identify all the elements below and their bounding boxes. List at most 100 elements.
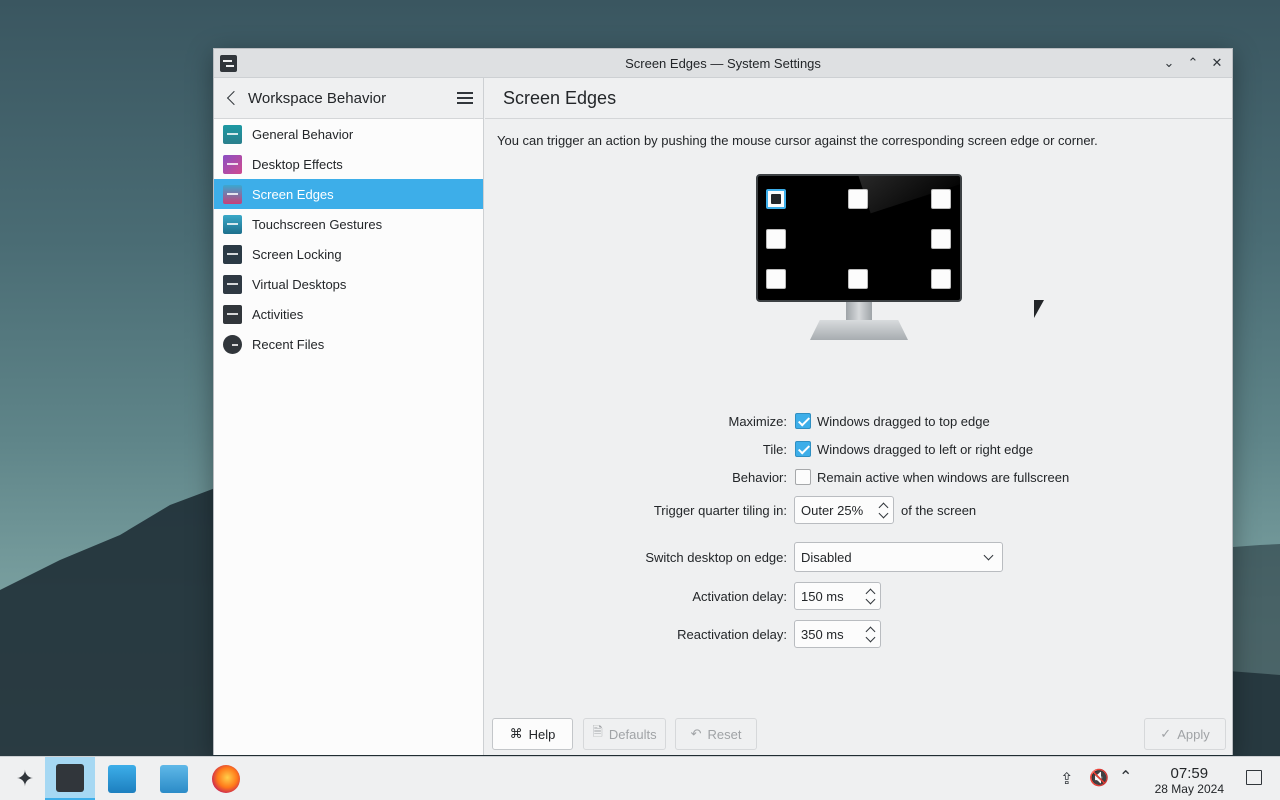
activation-delay-row: Activation delay: 150 ms bbox=[485, 581, 1225, 611]
sidebar-item-touchscreen-gestures[interactable]: Touchscreen Gestures bbox=[214, 209, 483, 239]
digital-clock[interactable]: 07:59 28 May 2024 bbox=[1155, 765, 1224, 796]
folder-icon bbox=[160, 765, 188, 793]
system-settings-window: Screen Edges — System Settings ⌄ ⌃ ✕ Wor… bbox=[213, 48, 1233, 755]
maximize-label: Maximize: bbox=[728, 413, 787, 429]
sidebar-item-screen-edges[interactable]: Screen Edges bbox=[214, 179, 483, 209]
edge-top-left-button[interactable] bbox=[766, 189, 786, 209]
sidebar-item-label: Screen Locking bbox=[252, 246, 342, 262]
sidebar-item-label: Desktop Effects bbox=[252, 156, 343, 172]
edge-bottom-button[interactable] bbox=[848, 269, 868, 289]
clock-time: 07:59 bbox=[1170, 765, 1209, 782]
chevron-down-icon bbox=[983, 550, 994, 561]
behavior-text: Remain active when windows are fullscree… bbox=[817, 469, 1070, 485]
spin-arrows-icon[interactable] bbox=[866, 587, 876, 607]
switch-desktop-label: Switch desktop on edge: bbox=[645, 549, 787, 565]
activation-delay-label: Activation delay: bbox=[692, 588, 787, 604]
maximize-icon[interactable]: ⌃ bbox=[1184, 54, 1202, 72]
desktop-effects-icon bbox=[223, 154, 242, 174]
sidebar-item-label: Screen Edges bbox=[252, 186, 334, 202]
maximize-checkbox[interactable] bbox=[795, 413, 811, 429]
updates-icon[interactable]: ⇪ bbox=[1060, 769, 1073, 789]
activation-delay-value: 150 ms bbox=[801, 588, 844, 604]
reactivation-delay-label: Reactivation delay: bbox=[677, 626, 787, 642]
edge-top-button[interactable] bbox=[848, 189, 868, 209]
reset-button[interactable]: ↶ Reset bbox=[675, 718, 757, 750]
edge-top-right-button[interactable] bbox=[931, 189, 951, 209]
recent-files-icon bbox=[223, 334, 242, 354]
discover-store-icon bbox=[108, 765, 136, 793]
edge-left-button[interactable] bbox=[766, 229, 786, 249]
sidebar-item-label: Recent Files bbox=[252, 336, 325, 352]
screen-edges-icon bbox=[223, 184, 242, 204]
activation-delay-spinbox[interactable]: 150 ms bbox=[794, 582, 881, 610]
taskbar-firefox[interactable] bbox=[201, 757, 251, 800]
sidebar-item-label: Touchscreen Gestures bbox=[252, 216, 383, 232]
tile-label: Tile: bbox=[762, 441, 787, 457]
tile-checkbox[interactable] bbox=[795, 441, 811, 457]
sidebar-item-screen-locking[interactable]: Screen Locking bbox=[214, 239, 483, 269]
taskbar-dolphin[interactable] bbox=[149, 757, 199, 800]
page-title: Screen Edges bbox=[485, 78, 1232, 119]
taskbar-discover[interactable] bbox=[97, 757, 147, 800]
tile-text: Windows dragged to left or right edge bbox=[817, 441, 1034, 457]
quarter-tiling-spinbox[interactable]: Outer 25% bbox=[794, 496, 894, 524]
edge-right-button[interactable] bbox=[931, 229, 951, 249]
back-arrow-icon[interactable] bbox=[224, 90, 240, 106]
screen-edges-monitor-preview bbox=[756, 174, 964, 344]
sidebar-item-activities[interactable]: Activities bbox=[214, 299, 483, 329]
spin-arrows-icon[interactable] bbox=[879, 501, 889, 521]
sidebar-item-desktop-effects[interactable]: Desktop Effects bbox=[214, 149, 483, 179]
page-description: You can trigger an action by pushing the… bbox=[497, 133, 1098, 148]
quarter-tiling-label: Trigger quarter tiling in: bbox=[653, 502, 787, 518]
show-desktop-icon[interactable] bbox=[1246, 770, 1262, 785]
sidebar-item-label: General Behavior bbox=[252, 126, 354, 142]
defaults-button[interactable]: 🗎 Defaults bbox=[583, 718, 666, 750]
switch-desktop-value: Disabled bbox=[801, 549, 852, 565]
content-pane: Screen Edges You can trigger an action b… bbox=[485, 78, 1232, 755]
reactivation-delay-spinbox[interactable]: 350 ms bbox=[794, 620, 881, 648]
maximize-text: Windows dragged to top edge bbox=[817, 413, 990, 429]
apply-button[interactable]: ✓ Apply bbox=[1144, 718, 1226, 750]
lock-icon bbox=[223, 244, 242, 264]
sidebar-header: Workspace Behavior bbox=[214, 78, 483, 119]
virtual-desktops-icon bbox=[223, 274, 242, 294]
volume-muted-icon[interactable]: 🔇 bbox=[1089, 768, 1109, 788]
sidebar-item-general-behavior[interactable]: General Behavior bbox=[214, 119, 483, 149]
application-launcher[interactable]: ✦ bbox=[0, 757, 50, 800]
checkmark-icon: ✓ bbox=[1160, 726, 1172, 741]
sidebar-title: Workspace Behavior bbox=[248, 89, 387, 107]
system-settings-icon[interactable] bbox=[220, 55, 237, 72]
window-title: Screen Edges — System Settings bbox=[625, 55, 821, 71]
undo-icon: ↶ bbox=[690, 726, 702, 741]
spin-arrows-icon[interactable] bbox=[866, 625, 876, 645]
sidebar-item-virtual-desktops[interactable]: Virtual Desktops bbox=[214, 269, 483, 299]
sidebar-item-recent-files[interactable]: Recent Files bbox=[214, 329, 483, 359]
edge-bottom-left-button[interactable] bbox=[766, 269, 786, 289]
quarter-tiling-row: Trigger quarter tiling in: Outer 25% of … bbox=[485, 495, 1225, 525]
reactivation-delay-row: Reactivation delay: 350 ms bbox=[485, 619, 1225, 649]
general-behavior-icon bbox=[223, 124, 242, 144]
mouse-cursor-icon bbox=[1034, 300, 1044, 318]
firefox-icon bbox=[212, 765, 240, 793]
switch-desktop-dropdown[interactable]: Disabled bbox=[794, 542, 1003, 572]
behavior-label: Behavior: bbox=[732, 469, 787, 485]
tray-expand-icon[interactable]: ⌃ bbox=[1119, 767, 1132, 787]
hamburger-menu-icon[interactable] bbox=[457, 91, 473, 105]
sidebar-item-label: Virtual Desktops bbox=[252, 276, 347, 292]
monitor-screen bbox=[756, 174, 962, 302]
reset-label: Reset bbox=[707, 726, 742, 742]
help-button[interactable]: ⌘ Help bbox=[492, 718, 573, 750]
help-icon: ⌘ bbox=[509, 726, 523, 741]
quarter-tiling-suffix: of the screen bbox=[901, 502, 977, 518]
sidebar: Workspace Behavior General Behavior Desk… bbox=[214, 78, 484, 755]
minimize-icon[interactable]: ⌄ bbox=[1160, 54, 1178, 72]
help-label: Help bbox=[528, 726, 556, 742]
behavior-checkbox[interactable] bbox=[795, 469, 811, 485]
edge-bottom-right-button[interactable] bbox=[931, 269, 951, 289]
touchscreen-icon bbox=[223, 214, 242, 234]
close-icon[interactable]: ✕ bbox=[1208, 54, 1226, 72]
taskbar-system-settings[interactable] bbox=[45, 757, 95, 800]
quarter-tiling-value: Outer 25% bbox=[801, 502, 864, 518]
behavior-row: Behavior: Remain active when windows are… bbox=[485, 468, 1225, 486]
title-bar: Screen Edges — System Settings ⌄ ⌃ ✕ bbox=[214, 49, 1232, 78]
